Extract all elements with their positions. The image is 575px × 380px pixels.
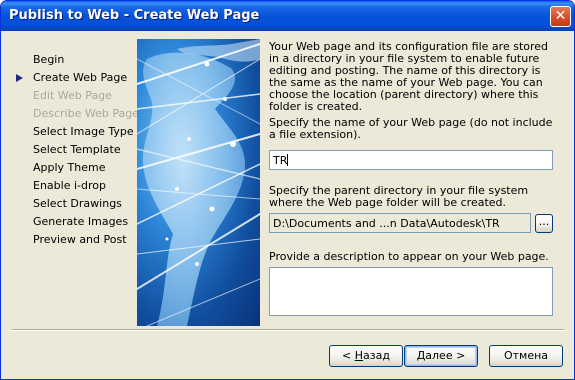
nav-step-label: Select Image Type <box>33 125 134 138</box>
browse-button[interactable]: ... <box>535 214 553 233</box>
title-bar[interactable]: Publish to Web - Create Web Page ✕ <box>1 1 574 31</box>
next-button-hotkey: Д <box>416 349 426 362</box>
nav-step-select-drawings[interactable]: Select Drawings <box>13 195 133 213</box>
nav-step-select-template[interactable]: Select Template <box>13 141 133 159</box>
current-step-arrow-icon <box>16 74 23 82</box>
nav-step-select-image-type[interactable]: Select Image Type <box>13 123 134 141</box>
web-page-name-value: TR <box>273 154 288 167</box>
parent-directory-prompt-label: Specify the parent directory in your fil… <box>269 184 529 209</box>
nav-step-label: Apply Theme <box>33 161 106 174</box>
next-button[interactable]: Далее > <box>404 345 478 367</box>
nav-step-label: Describe Web Page <box>33 107 139 120</box>
parent-directory-value: D:\Documents and ...n Data\Autodesk\TR <box>273 217 500 230</box>
nav-step-create-web-page[interactable]: Create Web Page <box>13 69 133 87</box>
parent-directory-field[interactable]: D:\Documents and ...n Data\Autodesk\TR <box>269 213 531 233</box>
wizard-steps-nav: Begin Create Web Page Edit Web Page Desc… <box>13 51 139 249</box>
nav-step-label: Enable i-drop <box>33 179 106 192</box>
browse-ellipsis-icon: ... <box>538 215 550 228</box>
window-title: Publish to Web - Create Web Page <box>9 8 260 23</box>
nav-step-enable-i-drop[interactable]: Enable i-drop <box>13 177 133 195</box>
back-button-label: азад <box>363 349 390 362</box>
description-textarea[interactable] <box>269 267 553 316</box>
nav-step-label: Preview and Post <box>33 233 127 246</box>
close-icon: ✕ <box>554 8 567 24</box>
nav-step-label: Select Template <box>33 143 121 156</box>
nav-step-begin[interactable]: Begin <box>13 51 133 69</box>
dialog-body: Begin Create Web Page Edit Web Page Desc… <box>4 31 571 377</box>
nav-step-label: Generate Images <box>33 215 129 228</box>
cancel-button[interactable]: Отмена <box>489 345 563 367</box>
nav-step-label: Begin <box>33 53 65 66</box>
back-button-prefix: < <box>342 349 355 362</box>
nav-step-label: Edit Web Page <box>33 89 112 102</box>
nav-step-preview-and-post[interactable]: Preview and Post <box>13 231 133 249</box>
cancel-button-label: Отмена <box>503 349 549 362</box>
nav-step-describe-web-page: Describe Web Page <box>13 105 139 123</box>
nav-step-generate-images[interactable]: Generate Images <box>13 213 133 231</box>
nav-step-label: Select Drawings <box>33 197 122 210</box>
globe-illustration <box>137 39 260 326</box>
web-page-name-input[interactable]: TR <box>269 150 553 170</box>
back-button[interactable]: < Назад <box>329 345 403 367</box>
publish-to-web-dialog: Publish to Web - Create Web Page ✕ Begin… <box>0 0 575 380</box>
text-caret <box>287 154 289 166</box>
name-prompt-label: Specify the name of your Web page (do no… <box>269 116 553 141</box>
nav-step-edit-web-page: Edit Web Page <box>13 87 133 105</box>
close-button[interactable]: ✕ <box>550 6 571 27</box>
globe-banner-image <box>137 39 260 326</box>
nav-step-label: Create Web Page <box>33 71 128 84</box>
back-button-hotkey: Н <box>354 349 364 362</box>
description-prompt-label: Provide a description to appear on your … <box>269 250 549 263</box>
footer-separator <box>12 329 564 331</box>
nav-step-apply-theme[interactable]: Apply Theme <box>13 159 133 177</box>
next-button-label: алее > <box>425 349 466 362</box>
intro-text: Your Web page and its configuration file… <box>269 40 549 113</box>
